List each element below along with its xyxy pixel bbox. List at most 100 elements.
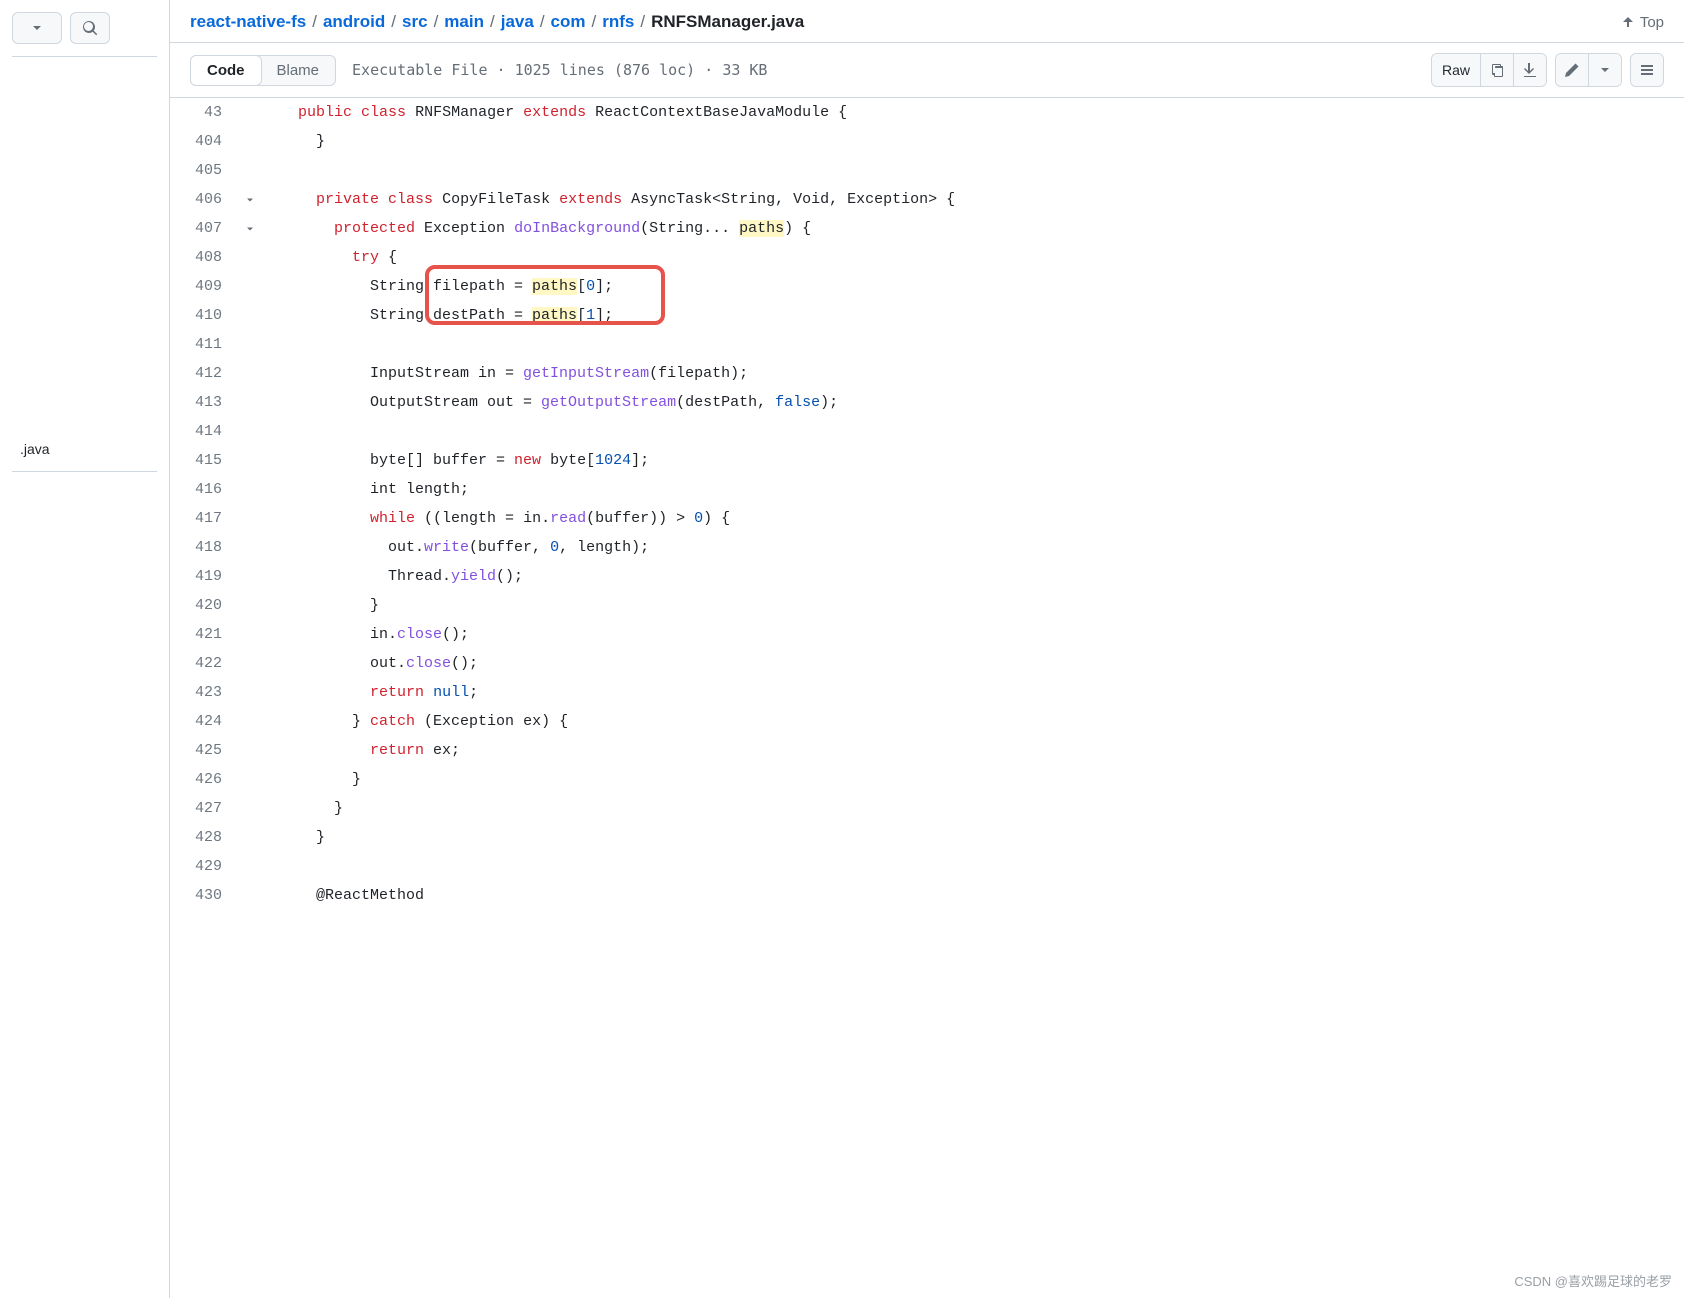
line-content: String filepath = paths[0]; [262, 272, 1684, 301]
code-line[interactable]: 409 String filepath = paths[0]; [170, 272, 1684, 301]
code-line[interactable]: 415 byte[] buffer = new byte[1024]; [170, 446, 1684, 475]
code-line[interactable]: 423 return null; [170, 678, 1684, 707]
line-content: } [262, 794, 1684, 823]
code-line[interactable]: 418 out.write(buffer, 0, length); [170, 533, 1684, 562]
edit-dropdown[interactable] [1589, 54, 1621, 86]
code-line[interactable]: 406 private class CopyFileTask extends A… [170, 185, 1684, 214]
line-content: } [262, 823, 1684, 852]
code-line[interactable]: 427 } [170, 794, 1684, 823]
code-line[interactable]: 426 } [170, 765, 1684, 794]
search-files-button[interactable] [70, 12, 110, 44]
code-line[interactable]: 416 int length; [170, 475, 1684, 504]
line-number: 405 [170, 156, 238, 185]
breadcrumb-current: RNFSManager.java [651, 12, 804, 32]
line-number: 43 [170, 98, 238, 127]
code-line[interactable]: 405 [170, 156, 1684, 185]
breadcrumb: react-native-fs / android / src / main /… [190, 12, 804, 32]
fold-gutter[interactable] [238, 185, 262, 214]
fold-gutter [238, 446, 262, 475]
code-line[interactable]: 430 @ReactMethod [170, 881, 1684, 910]
fold-gutter [238, 736, 262, 765]
divider [12, 56, 157, 57]
line-number: 412 [170, 359, 238, 388]
code-line[interactable]: 43 public class RNFSManager extends Reac… [170, 98, 1684, 127]
fold-gutter [238, 504, 262, 533]
line-number: 422 [170, 649, 238, 678]
breadcrumb-sep: / [391, 12, 396, 32]
code-line[interactable]: 422 out.close(); [170, 649, 1684, 678]
copy-icon [1489, 62, 1505, 78]
go-to-top-button[interactable]: Top [1620, 14, 1664, 31]
code-line[interactable]: 408 try { [170, 243, 1684, 272]
code-line[interactable]: 425 return ex; [170, 736, 1684, 765]
line-content: private class CopyFileTask extends Async… [262, 185, 1684, 214]
fold-gutter [238, 243, 262, 272]
fold-gutter [238, 765, 262, 794]
fold-gutter [238, 98, 262, 127]
line-content: } [262, 765, 1684, 794]
branch-dropdown[interactable] [12, 12, 62, 44]
line-number: 410 [170, 301, 238, 330]
copy-button[interactable] [1481, 54, 1514, 86]
line-number: 425 [170, 736, 238, 765]
code-viewer[interactable]: 43 public class RNFSManager extends Reac… [170, 98, 1684, 1298]
raw-button[interactable]: Raw [1432, 54, 1481, 86]
code-line[interactable]: 420 } [170, 591, 1684, 620]
breadcrumb-link[interactable]: android [323, 12, 385, 32]
code-line[interactable]: 421 in.close(); [170, 620, 1684, 649]
line-number: 409 [170, 272, 238, 301]
header-bar: react-native-fs / android / src / main /… [170, 0, 1684, 43]
code-line[interactable]: 424 } catch (Exception ex) { [170, 707, 1684, 736]
line-number: 413 [170, 388, 238, 417]
line-content: out.close(); [262, 649, 1684, 678]
code-line[interactable]: 419 Thread.yield(); [170, 562, 1684, 591]
list-icon [1639, 62, 1655, 78]
breadcrumb-link[interactable]: main [444, 12, 484, 32]
code-line[interactable]: 413 OutputStream out = getOutputStream(d… [170, 388, 1684, 417]
file-tree-item[interactable]: .java [12, 435, 157, 463]
line-content: String destPath = paths[1]; [262, 301, 1684, 330]
line-content: InputStream in = getInputStream(filepath… [262, 359, 1684, 388]
tab-blame[interactable]: Blame [261, 56, 336, 85]
line-number: 427 [170, 794, 238, 823]
breadcrumb-sep: / [640, 12, 645, 32]
line-content: OutputStream out = getOutputStream(destP… [262, 388, 1684, 417]
edit-button[interactable] [1556, 54, 1589, 86]
code-line[interactable]: 414 [170, 417, 1684, 446]
code-line[interactable]: 411 [170, 330, 1684, 359]
fold-gutter [238, 707, 262, 736]
arrow-up-icon [1620, 14, 1636, 30]
line-content: in.close(); [262, 620, 1684, 649]
code-line[interactable]: 412 InputStream in = getInputStream(file… [170, 359, 1684, 388]
line-content: return ex; [262, 736, 1684, 765]
fold-gutter [238, 359, 262, 388]
breadcrumb-sep: / [434, 12, 439, 32]
download-icon [1522, 62, 1538, 78]
breadcrumb-link[interactable]: src [402, 12, 428, 32]
symbols-button[interactable] [1631, 54, 1663, 86]
code-line[interactable]: 407 protected Exception doInBackground(S… [170, 214, 1684, 243]
top-label: Top [1640, 14, 1664, 31]
fold-gutter [238, 649, 262, 678]
breadcrumb-sep: / [592, 12, 597, 32]
code-line[interactable]: 417 while ((length = in.read(buffer)) > … [170, 504, 1684, 533]
code-line[interactable]: 410 String destPath = paths[1]; [170, 301, 1684, 330]
view-tabs: Code Blame [190, 55, 336, 86]
breadcrumb-root[interactable]: react-native-fs [190, 12, 306, 32]
download-button[interactable] [1514, 54, 1546, 86]
line-number: 406 [170, 185, 238, 214]
code-line[interactable]: 404 } [170, 127, 1684, 156]
tab-code[interactable]: Code [190, 55, 262, 86]
fold-gutter[interactable] [238, 214, 262, 243]
line-number: 430 [170, 881, 238, 910]
search-icon [82, 20, 98, 36]
breadcrumb-link[interactable]: rnfs [602, 12, 634, 32]
breadcrumb-link[interactable]: com [551, 12, 586, 32]
fold-gutter [238, 678, 262, 707]
code-line[interactable]: 429 [170, 852, 1684, 881]
code-line[interactable]: 428 } [170, 823, 1684, 852]
divider [12, 471, 157, 472]
chevron-down-icon [244, 194, 256, 206]
file-toolbar: Code Blame Executable File · 1025 lines … [170, 43, 1684, 98]
breadcrumb-link[interactable]: java [501, 12, 534, 32]
